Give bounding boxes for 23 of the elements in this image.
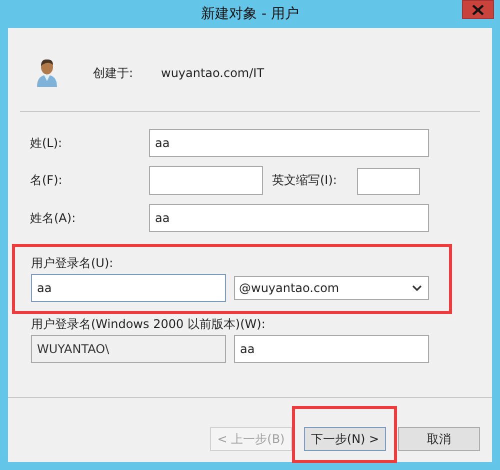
field-label: 用户登录名(U): [31, 255, 114, 272]
container-path: wuyantao.com/IT [161, 66, 264, 80]
field-label: 姓(L): [30, 135, 64, 152]
field-label: 英文缩写(I): [271, 172, 338, 189]
dialog-button[interactable]: 下一步(N) > [304, 427, 386, 451]
first-name-field[interactable] [149, 166, 263, 195]
field-label: 用户登录名(Windows 2000 以前版本)(W): [31, 316, 266, 333]
user-icon [35, 58, 59, 88]
created-in-label: 创建于: [93, 64, 134, 82]
field-label: 姓名(A): [30, 210, 77, 227]
dialog-button[interactable]: 取消 [398, 427, 480, 451]
close-icon [472, 4, 484, 14]
window-title: 新建对象 - 用户 [201, 5, 299, 23]
field-label: 名(F): [30, 172, 64, 189]
initials-field[interactable] [357, 168, 420, 195]
domain-prefix-field[interactable]: WUYANTAO\ [31, 335, 226, 363]
chevron-down-icon [412, 285, 422, 291]
last-name-field[interactable]: aa [149, 129, 429, 157]
full-name-field[interactable]: aa [149, 204, 429, 232]
domain-dropdown[interactable]: @wuyantao.com [234, 276, 429, 300]
pre2000-logon-field[interactable]: aa [234, 335, 429, 363]
logon-name-field[interactable]: aa [31, 274, 226, 302]
close-button[interactable] [462, 0, 494, 19]
